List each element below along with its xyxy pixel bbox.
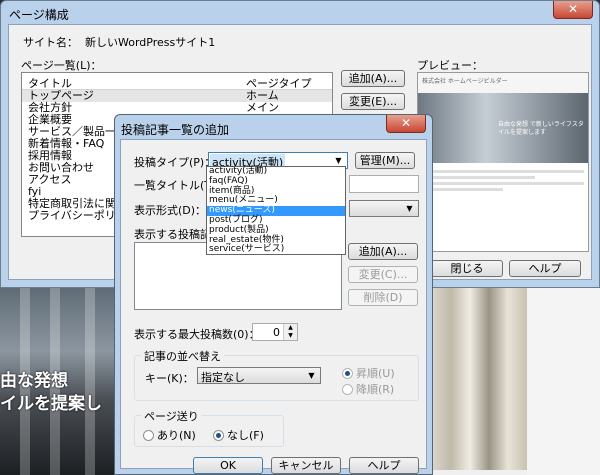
edit-post-button[interactable]: 変更(C)... — [348, 266, 418, 283]
preview-body — [418, 163, 588, 198]
post-type-label: 投稿タイプ(P)： — [134, 156, 216, 169]
ok-button[interactable]: OK — [193, 457, 263, 474]
display-format-label: 表示形式(D)： — [134, 204, 207, 217]
max-posts-label: 表示する最大投稿数(0)： — [134, 328, 260, 341]
background-right-panel — [527, 285, 600, 475]
sort-key-value: 指定なし — [201, 371, 245, 384]
dropdown-option[interactable]: service(サービス) — [207, 245, 345, 255]
dialog-title: 投稿記事一覧の追加 — [121, 123, 230, 137]
page-list-label: ページ一覧(L)： — [21, 59, 102, 72]
max-posts-spinner[interactable]: 0 ▲ ▼ — [252, 323, 298, 341]
sort-key-select[interactable]: 指定なし ▼ — [197, 367, 321, 384]
display-format-select[interactable]: ▼ — [349, 200, 419, 217]
help-button[interactable]: ヘルプ — [509, 260, 581, 277]
add-page-button[interactable]: 追加(A)... — [341, 70, 405, 87]
list-header: タイトル ページタイプ — [22, 73, 332, 90]
sort-descending-radio[interactable]: 降順(R) — [342, 381, 394, 397]
preview-label: プレビュー： — [417, 59, 483, 72]
close-button[interactable]: 閉じる — [431, 260, 503, 277]
cancel-button[interactable]: キャンセル — [271, 457, 341, 474]
max-posts-value: 0 — [273, 326, 280, 339]
help-button[interactable]: ヘルプ — [349, 457, 419, 474]
sort-group: 記事の並べ替え キー(K)： 指定なし ▼ 昇順(U) 降順(R) — [134, 348, 419, 401]
spin-arrows-icon[interactable]: ▲ ▼ — [283, 324, 297, 340]
paging-yes-radio[interactable]: あり(N) — [143, 427, 196, 443]
close-icon[interactable]: ✕ — [386, 115, 426, 133]
page-type-cell: メイン — [246, 101, 279, 114]
background-shelf-image — [432, 285, 527, 470]
add-post-button[interactable]: 追加(A)... — [348, 243, 418, 260]
background-hero-text: 由な発想 イルを提案し — [0, 371, 102, 414]
sort-ascending-radio[interactable]: 昇順(U) — [342, 365, 395, 381]
post-type-dropdown-list[interactable]: activity(活動) faq(FAQ) item(商品) menu(メニュー) ne… — [206, 166, 346, 255]
manage-button[interactable]: 管理(M)... — [355, 152, 415, 169]
sort-key-label: キー(K)： — [145, 372, 194, 385]
edit-page-button[interactable]: 変更(E)... — [341, 93, 405, 110]
paging-no-radio[interactable]: なし(F) — [213, 427, 264, 443]
preview-image: 株式会社 ホームページビルダー 自由な発想 で新しいライフスタイルを提案します — [417, 72, 589, 252]
paging-group: ページ送り あり(N) なし(F) — [134, 408, 284, 447]
close-icon[interactable]: ✕ — [553, 1, 593, 19]
site-name-label: サイト名： 新しいWordPressサイト1 — [23, 36, 216, 49]
window-title: ページ構成 — [9, 8, 69, 22]
sort-group-label: 記事の並べ替え — [141, 348, 224, 364]
preview-header: 株式会社 ホームページビルダー — [418, 73, 588, 93]
site-name-value: 新しいWordPressサイト1 — [85, 36, 216, 49]
preview-hero: 自由な発想 で新しいライフスタイルを提案します — [418, 93, 588, 163]
delete-post-button[interactable]: 削除(D) — [348, 289, 418, 306]
chevron-down-icon[interactable]: ▼ — [403, 202, 416, 215]
list-title-input[interactable] — [349, 175, 419, 193]
paging-group-label: ページ送り — [141, 408, 202, 424]
chevron-down-icon[interactable]: ▼ — [305, 369, 318, 382]
